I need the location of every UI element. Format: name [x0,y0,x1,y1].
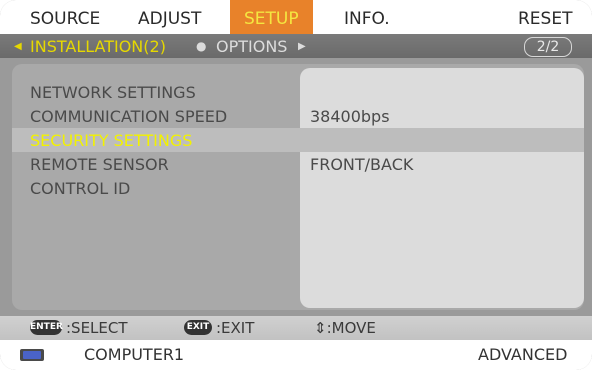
tab-info[interactable]: INFO. [344,0,390,34]
enter-help-text: :SELECT [66,319,128,337]
menu-item-label: COMMUNICATION SPEED [30,107,228,126]
menu-item-label: NETWORK SETTINGS [30,83,196,102]
menu-item-remote-sensor[interactable]: REMOTE SENSOR FRONT/BACK [12,152,584,176]
menu-item-value: FRONT/BACK [310,155,414,174]
subpage-next[interactable]: OPTIONS [216,34,287,58]
right-arrow-icon[interactable]: ▶ [298,34,306,58]
left-arrow-icon[interactable]: ◀ [14,34,22,58]
tab-bar: SOURCE ADJUST SETUP INFO. RESET [0,0,592,34]
menu-item-label: CONTROL ID [30,179,131,198]
exit-key-icon: EXIT [184,320,212,335]
menu-mode: ADVANCED [478,345,568,364]
dot-separator-icon: ● [196,39,207,53]
tab-adjust[interactable]: ADJUST [138,0,201,34]
move-help-text: ⇕:MOVE [314,319,376,337]
osd-menu: SOURCE ADJUST SETUP INFO. RESET ◀ INSTAL… [0,0,592,370]
computer-source-icon [20,349,44,361]
menu-item-network-settings[interactable]: NETWORK SETTINGS [12,80,584,104]
help-bar: ENTER :SELECT EXIT :EXIT ⇕:MOVE [0,316,592,340]
menu-item-control-id[interactable]: CONTROL ID [12,176,584,200]
menu-item-label: REMOTE SENSOR [30,155,169,174]
source-name: COMPUTER1 [84,345,185,364]
status-bar: COMPUTER1 ADVANCED [0,340,592,370]
menu-item-security-settings[interactable]: SECURITY SETTINGS [12,128,584,152]
subpage-current[interactable]: INSTALLATION(2) [30,34,166,58]
page-indicator: 2/2 [524,37,572,57]
menu-item-communication-speed[interactable]: COMMUNICATION SPEED 38400bps [12,104,584,128]
tab-reset[interactable]: RESET [518,0,572,34]
tab-source[interactable]: SOURCE [30,0,100,34]
menu-item-value: 38400bps [310,107,390,126]
subpage-bar: ◀ INSTALLATION(2) ● OPTIONS ▶ 2/2 [0,34,592,58]
enter-key-icon: ENTER [30,320,63,335]
tab-setup[interactable]: SETUP [230,0,313,34]
menu-item-label: SECURITY SETTINGS [30,131,193,150]
exit-help-text: :EXIT [216,319,255,337]
